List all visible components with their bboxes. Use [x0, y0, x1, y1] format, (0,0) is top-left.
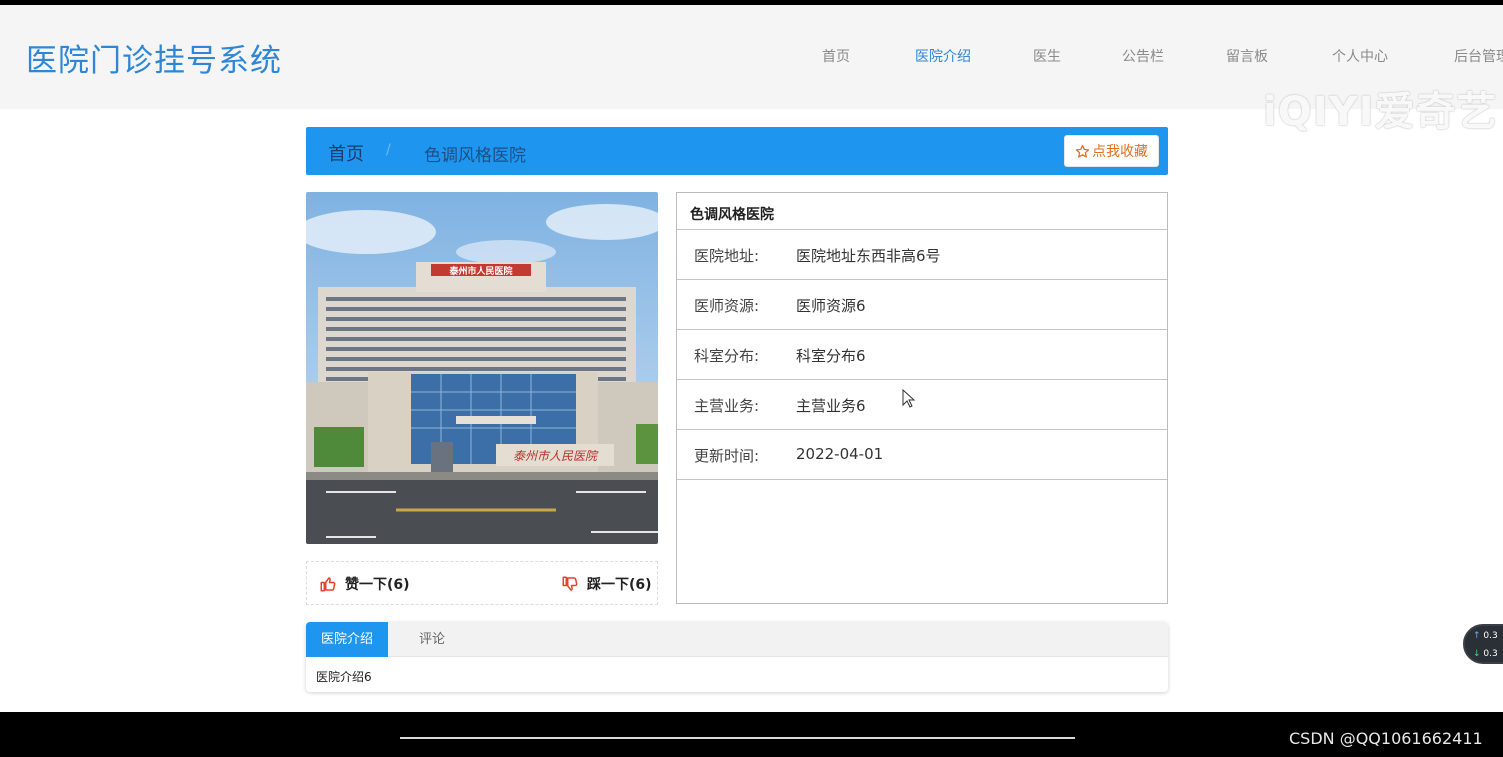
dislike-label: 踩一下(6) [587, 577, 652, 593]
info-key: 医院地址: [694, 247, 760, 265]
nav-admin[interactable]: 后台管理 [1454, 46, 1503, 66]
nav-bulletin[interactable]: 公告栏 [1122, 46, 1164, 66]
hospital-info-table: 色调风格医院 医院地址: 医院地址东西非高6号 医师资源: 医师资源6 科室分布… [676, 192, 1168, 604]
breadcrumb-home[interactable]: 首页 [328, 140, 364, 166]
info-value: 主营业务6 [796, 397, 866, 415]
tab-comments[interactable]: 评论 [402, 622, 462, 657]
info-row-business: 主营业务: 主营业务6 [677, 379, 1167, 429]
page: 医院门诊挂号系统 首页 医院介绍 医生 公告栏 留言板 个人中心 后台管理 iQ… [0, 5, 1503, 712]
info-key: 科室分布: [694, 347, 760, 365]
csdn-credit: CSDN @QQ1061662411 [1289, 729, 1483, 748]
main-nav: 首页 医院介绍 医生 公告栏 留言板 个人中心 后台管理 [0, 46, 1503, 70]
upload-speed: ↑ 0.3 [1473, 631, 1498, 641]
thumbs-down-icon [562, 576, 578, 591]
vote-row: 赞一下(6) 踩一下(6) [306, 561, 658, 605]
video-progress-line [400, 737, 1075, 739]
info-key: 更新时间: [694, 447, 760, 465]
favorite-label: 点我收藏 [1092, 144, 1148, 160]
tab-header: 医院介绍 评论 [306, 622, 1168, 657]
info-value: 医师资源6 [796, 297, 866, 315]
nav-hospital-intro[interactable]: 医院介绍 [915, 46, 971, 66]
like-button[interactable]: 赞一下(6) [319, 574, 410, 594]
detail-tabs: 医院介绍 评论 医院介绍6 [306, 622, 1168, 692]
network-speed-widget: ↑ 0.3 ↓ 0.3 [1463, 624, 1503, 664]
nav-home[interactable]: 首页 [822, 46, 850, 66]
building-sign-text: 泰州市人民医院 [448, 265, 512, 277]
tab-content: 医院介绍6 [316, 670, 372, 684]
nav-personal-center[interactable]: 个人中心 [1332, 46, 1388, 66]
info-row-address: 医院地址: 医院地址东西非高6号 [677, 229, 1167, 279]
info-row-doctors: 医师资源: 医师资源6 [677, 279, 1167, 329]
info-key: 主营业务: [694, 397, 760, 415]
info-title: 色调风格医院 [690, 207, 774, 223]
breadcrumb: 首页 / 色调风格医院 点我收藏 [306, 127, 1168, 175]
info-value: 科室分布6 [796, 347, 866, 365]
gate-sign-text: 泰州市人民医院 [513, 449, 599, 463]
thumbs-up-icon [320, 577, 336, 592]
like-label: 赞一下(6) [345, 577, 410, 593]
breadcrumb-current: 色调风格医院 [424, 146, 526, 166]
tab-hospital-intro[interactable]: 医院介绍 [306, 622, 388, 657]
mouse-cursor-icon [902, 389, 916, 408]
info-key: 医师资源: [694, 297, 760, 315]
info-divider [677, 479, 1167, 480]
info-value: 医院地址东西非高6号 [796, 247, 941, 265]
star-icon [1075, 144, 1090, 158]
dislike-button[interactable]: 踩一下(6) [561, 574, 652, 594]
favorite-button[interactable]: 点我收藏 [1064, 135, 1159, 167]
nav-message-board[interactable]: 留言板 [1226, 46, 1268, 66]
header: 医院门诊挂号系统 首页 医院介绍 医生 公告栏 留言板 个人中心 后台管理 iQ… [0, 5, 1503, 135]
breadcrumb-separator: / [386, 142, 391, 158]
iqiyi-watermark: iQIYI爱奇艺 [1263, 89, 1498, 135]
nav-doctors[interactable]: 医生 [1033, 46, 1061, 66]
info-value: 2022-04-01 [796, 445, 884, 463]
info-row-departments: 科室分布: 科室分布6 [677, 329, 1167, 379]
download-speed: ↓ 0.3 [1473, 649, 1498, 659]
hospital-photo: 泰州市人民医院 泰州市人民医院 [306, 192, 658, 544]
info-row-updated: 更新时间: 2022-04-01 [677, 429, 1167, 479]
